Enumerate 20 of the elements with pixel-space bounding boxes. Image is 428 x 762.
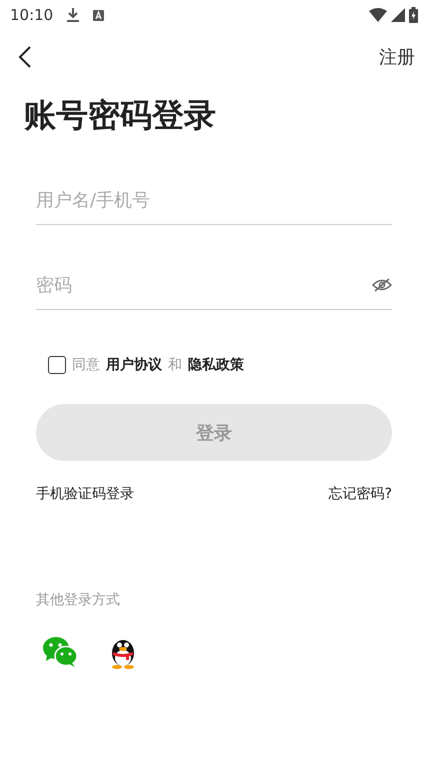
agreement-text: 同意	[72, 356, 100, 374]
agreement-text: 和	[168, 356, 182, 374]
register-link[interactable]: 注册	[379, 45, 415, 69]
signal-icon	[391, 8, 405, 22]
password-field[interactable]: 密码	[36, 274, 372, 296]
wifi-icon	[369, 8, 387, 22]
agree-checkbox[interactable]	[48, 356, 66, 374]
eye-hidden-icon[interactable]	[372, 278, 392, 292]
agreement-link[interactable]: 用户协议	[106, 356, 162, 374]
sms-login-link[interactable]: 手机验证码登录	[36, 485, 134, 503]
forgot-password-link[interactable]: 忘记密码?	[328, 485, 392, 503]
page-title: 账号密码登录	[24, 95, 217, 136]
chat-icon[interactable]	[42, 636, 78, 668]
app-icon	[93, 10, 104, 20]
download-icon	[67, 8, 80, 22]
agreement-link[interactable]: 隐私政策	[188, 356, 244, 374]
battery-icon	[409, 7, 418, 23]
status-time: 10:10	[10, 6, 54, 24]
username-field[interactable]: 用户名/手机号	[36, 190, 392, 210]
other-login-label: 其他登录方式	[36, 591, 121, 609]
